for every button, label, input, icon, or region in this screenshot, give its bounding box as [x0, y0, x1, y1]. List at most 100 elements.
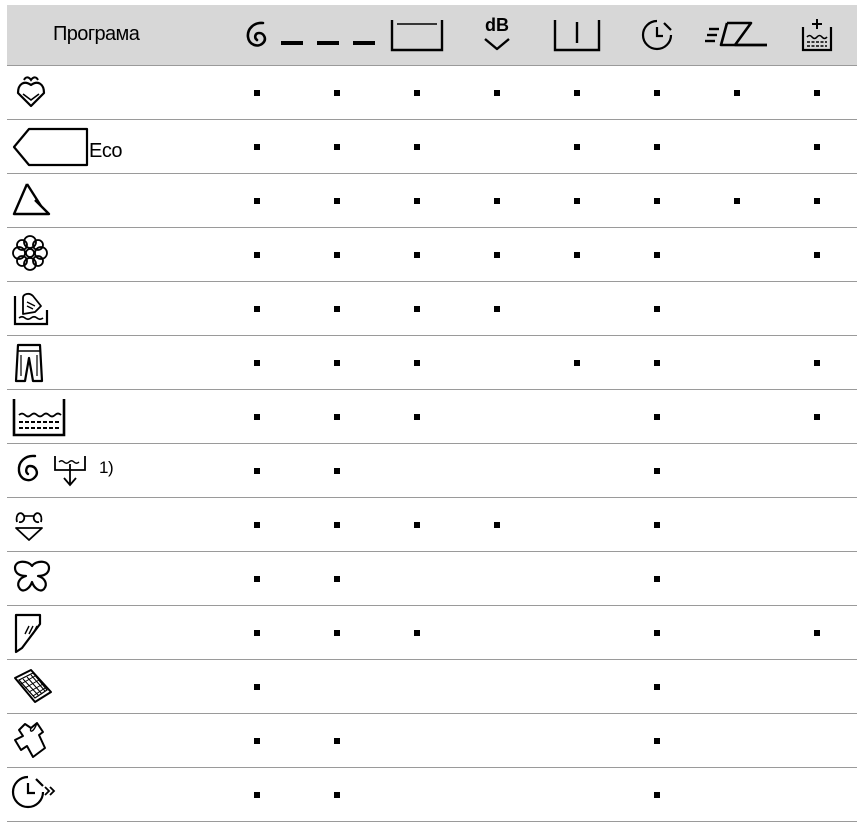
easy-iron-option-cell [697, 713, 777, 768]
spin-option-cell [217, 713, 297, 768]
timer-option-cell [617, 389, 697, 444]
program-cell [7, 335, 217, 390]
spin-option-cell [217, 65, 297, 120]
extra-rinse-option-cell [777, 497, 857, 552]
stain-option-cell [537, 281, 617, 336]
options-table-page: Програма dB Eco 1) [0, 0, 862, 823]
easy-iron-option-cell [697, 335, 777, 390]
table-row [7, 335, 857, 390]
available-marker [654, 90, 660, 96]
extra-rinse-column-header [777, 5, 857, 66]
extra-rinse-icon [801, 18, 833, 51]
prewash-option-cell [377, 119, 457, 174]
program-label: 1) [99, 457, 114, 477]
available-marker [254, 468, 260, 474]
timer-option-cell [617, 443, 697, 498]
available-marker [334, 738, 340, 744]
available-marker [334, 576, 340, 582]
available-marker [414, 90, 420, 96]
program-cell [7, 767, 217, 822]
program-cell [7, 551, 217, 606]
available-marker [654, 198, 660, 204]
easy-iron-option-cell [697, 65, 777, 120]
dashed-line-option-cell [297, 281, 377, 336]
svg-text:dB: dB [485, 15, 509, 35]
available-marker [254, 306, 260, 312]
available-marker [334, 630, 340, 636]
available-marker [334, 306, 340, 312]
low-noise-option-cell [457, 281, 537, 336]
stain-option-cell [537, 713, 617, 768]
low-noise-option-cell [457, 551, 537, 606]
available-marker [334, 792, 340, 798]
prewash-option-cell [377, 605, 457, 660]
available-marker [334, 198, 340, 204]
available-marker [814, 360, 820, 366]
dashed-line-option-cell [297, 227, 377, 282]
program-cell [7, 659, 217, 714]
available-marker [334, 360, 340, 366]
program-cell [7, 281, 217, 336]
timer-option-cell [617, 605, 697, 660]
timer-icon [641, 19, 673, 50]
low-noise-option-cell [457, 443, 537, 498]
prewash-option-cell [377, 173, 457, 228]
available-marker [414, 198, 420, 204]
available-marker [254, 792, 260, 798]
timer-option-cell [617, 227, 697, 282]
available-marker [334, 144, 340, 150]
spin-option-cell [217, 335, 297, 390]
program-cell [7, 497, 217, 552]
stain-option-cell [537, 443, 617, 498]
timer-option-cell [617, 173, 697, 228]
low-noise-option-cell [457, 767, 537, 822]
spin-option-cell [217, 497, 297, 552]
spin-option-cell [217, 281, 297, 336]
spin-option-cell [217, 119, 297, 174]
available-marker [654, 684, 660, 690]
spin-column-header [217, 5, 297, 66]
low-noise-option-cell [457, 659, 537, 714]
available-marker [654, 522, 660, 528]
stain-option-cell [537, 767, 617, 822]
available-marker [654, 360, 660, 366]
available-marker [574, 360, 580, 366]
stain-option-cell [537, 551, 617, 606]
available-marker [574, 252, 580, 258]
extra-rinse-option-cell [777, 65, 857, 120]
timer-option-cell [617, 767, 697, 822]
available-marker [654, 252, 660, 258]
available-marker [254, 738, 260, 744]
timer-option-cell [617, 713, 697, 768]
extra-rinse-option-cell [777, 767, 857, 822]
program-header-label: Програма [53, 23, 140, 46]
available-marker [254, 414, 260, 420]
available-marker [814, 630, 820, 636]
available-marker [574, 90, 580, 96]
stain-option-cell [537, 659, 617, 714]
available-marker [254, 252, 260, 258]
available-marker [494, 90, 500, 96]
timer-option-cell [617, 65, 697, 120]
spin-option-cell [217, 227, 297, 282]
available-marker [334, 90, 340, 96]
available-marker [654, 414, 660, 420]
available-marker [574, 144, 580, 150]
stain-option-cell [537, 227, 617, 282]
program-options-table: Програма dB Eco 1) [7, 5, 857, 822]
low-noise-option-cell [457, 119, 537, 174]
low-noise-column-header: dB [457, 5, 537, 66]
spin-option-cell [217, 389, 297, 444]
available-marker [254, 144, 260, 150]
available-marker [654, 738, 660, 744]
low-noise-option-cell [457, 497, 537, 552]
stain-tray-icon [553, 19, 601, 51]
extra-rinse-option-cell [777, 551, 857, 606]
available-marker [814, 198, 820, 204]
easy-iron-option-cell [697, 605, 777, 660]
prewash-option-cell [377, 281, 457, 336]
easy-iron-option-cell [697, 389, 777, 444]
prewash-tray-icon [390, 19, 444, 51]
table-row: Eco [7, 119, 857, 174]
easy-iron-column-header [697, 5, 777, 66]
